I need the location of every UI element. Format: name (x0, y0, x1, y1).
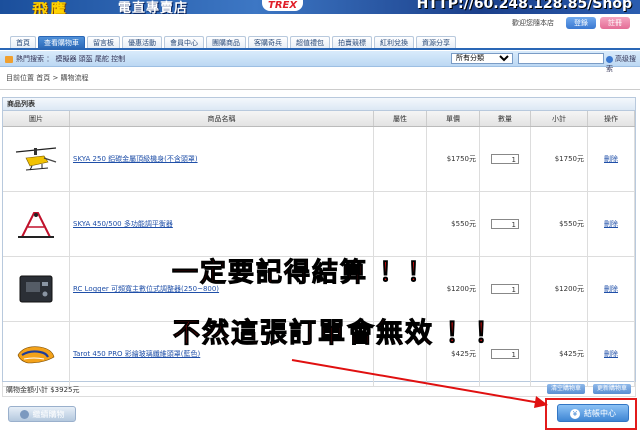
annotation-arrow (291, 359, 548, 408)
